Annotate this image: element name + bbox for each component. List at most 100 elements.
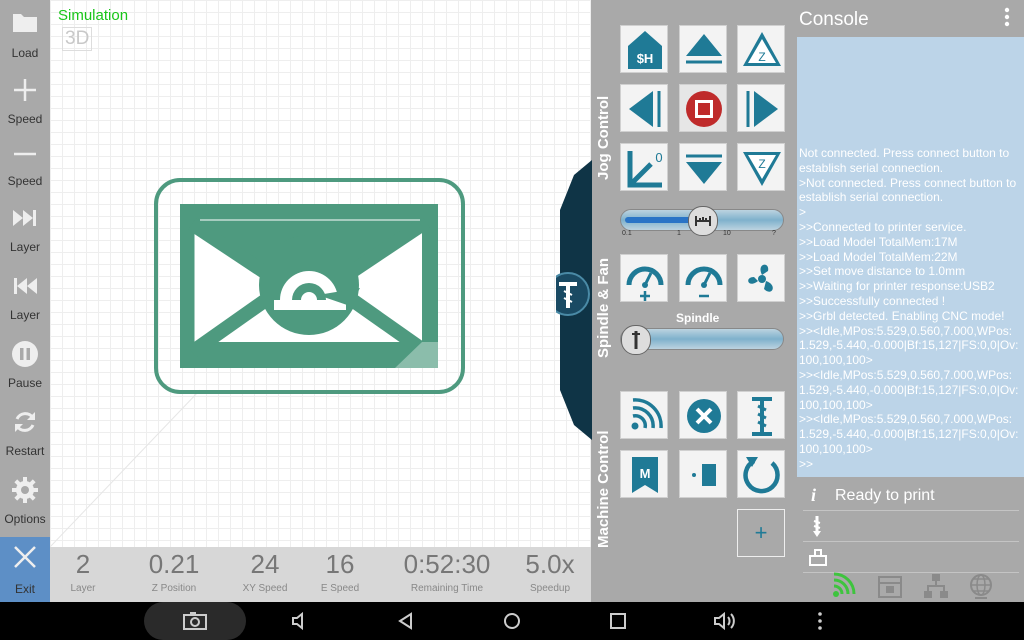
status-area: i Ready to print [803,480,1019,575]
back-icon[interactable] [396,611,416,631]
reset-button[interactable] [737,450,785,498]
volume-down-icon[interactable] [290,611,310,631]
speed-down-label: Speed [7,174,43,188]
volume-up-icon[interactable] [712,611,736,631]
stats-bar: 2 Layer 0.21 Z Position 24 XY Speed 16 E Spe… [50,547,591,602]
stat-value: 0:52:30 [403,549,491,579]
endmill-icon [752,397,772,436]
model-preview [50,178,465,547]
connect-button[interactable] [620,391,668,439]
home-nav-icon[interactable] [502,611,522,631]
panel-drawer-tab[interactable] [556,160,592,440]
console-tab-bar [797,566,1024,602]
stat-remaining-time: 0:52:30 Remaining Time [397,547,497,594]
svg-text:Z: Z [758,50,765,64]
screenshot-button[interactable] [144,602,246,640]
nav-menu-icon[interactable] [817,611,823,631]
console-line: >>Set move distance to 1.0mm [799,264,966,279]
camera-icon [183,612,207,630]
gear-icon [12,477,38,503]
stop-button[interactable] [679,84,727,132]
network-icon[interactable] [922,572,950,600]
arrow-up-icon [686,34,722,64]
connection-wifi-icon[interactable] [830,572,858,600]
spindle-tool-icon [632,331,640,349]
options-button[interactable]: Options [0,466,50,532]
probe-button[interactable] [679,450,727,498]
stat-value: 24 [250,549,280,579]
drawer-handle[interactable] [556,272,590,316]
spindle-status-icon [813,516,821,537]
probe-icon [692,464,716,486]
console-line: >>Grbl detected. Enabling CNC mode! [799,308,1005,323]
close-icon [14,546,36,568]
jog-distance-slider[interactable] [620,206,784,236]
jog-y-minus-button[interactable] [679,143,727,191]
stat-label: E Speed [320,583,360,594]
jog-distance-thumb[interactable] [688,206,718,236]
z-up-icon: Z [743,32,781,66]
layer-forward-button[interactable]: Layer [0,194,50,260]
origin-axes-icon: 0 [627,150,663,188]
plus-icon [14,79,36,101]
pause-label: Pause [7,376,43,390]
console-line: >><Idle,MPos:5.529,0.560,7.000,WPos:1.52… [799,412,1019,456]
speed-down-button[interactable]: Speed [0,128,50,194]
spindle-slider-thumb[interactable] [621,325,651,355]
fan-button[interactable] [737,254,785,302]
console-line: > [799,205,807,220]
jog-x-plus-button[interactable] [737,84,785,132]
spindle-fan-label: Spindle & Fan [595,257,612,358]
macro-button[interactable]: M [620,450,668,498]
svg-text:Z: Z [758,157,765,171]
pause-button[interactable]: Pause [0,330,50,396]
set-origin-button[interactable]: 0 [620,143,668,191]
stat-value: 5.0x [525,549,575,579]
spindle-increase-button[interactable] [620,254,668,302]
load-button[interactable]: Load [0,0,50,66]
console-line: Not connected. Press connect button to e… [799,146,1010,175]
fan-icon [748,264,773,292]
stat-z-position: 0.21 Z Position [134,547,214,594]
add-button[interactable]: + [737,509,785,557]
more-vert-icon[interactable] [1002,6,1012,28]
stat-speedup: 5.0x Speedup [510,547,590,594]
stat-value: 0.21 [148,549,200,579]
speed-up-button[interactable]: Speed [0,66,50,132]
stat-layer: 2 Layer [43,547,123,594]
disconnect-button[interactable] [679,391,727,439]
info-icon: i [811,485,817,505]
stat-label: Z Position [151,583,197,594]
machine-control-label: Machine Control [595,430,612,548]
jog-z-down-button[interactable]: Z [737,143,785,191]
printer-icon[interactable] [876,572,904,600]
spindle-slider[interactable] [620,325,784,355]
jog-y-plus-button[interactable] [679,25,727,73]
home-button-label: $H [637,51,654,66]
console-log[interactable]: Not connected. Press connect button to e… [797,37,1024,477]
stat-label: Remaining Time [410,583,484,594]
globe-icon[interactable] [967,572,995,600]
console-line: >><Idle,MPos:5.529,0.560,7.000,WPos:1.52… [799,367,1019,412]
arrow-left-icon [629,91,661,127]
jog-x-minus-button[interactable] [620,84,668,132]
restart-button[interactable]: Restart [0,398,50,464]
stat-label: Layer [70,583,96,594]
home-icon: $H [628,31,662,69]
z-down-icon: Z [743,152,781,186]
spindle-decrease-button[interactable] [679,254,727,302]
tick-label: 0.1 [622,230,632,237]
gauge-minus-icon [685,266,723,298]
simulation-viewport[interactable]: Simulation 3D [50,0,591,547]
stat-label: XY Speed [242,583,288,594]
recent-apps-icon[interactable] [608,611,628,631]
skip-forward-icon [13,210,36,226]
layer-back-button[interactable]: Layer [0,262,50,328]
stat-label: Speedup [529,583,571,594]
jog-z-up-button[interactable]: Z [737,25,785,73]
add-button-label: + [754,520,768,545]
endmill-button[interactable] [737,391,785,439]
console-panel: Console Not connected. Press connect but… [797,0,1024,602]
home-button[interactable]: $H [620,25,668,73]
tick-label: 10 [723,230,731,237]
